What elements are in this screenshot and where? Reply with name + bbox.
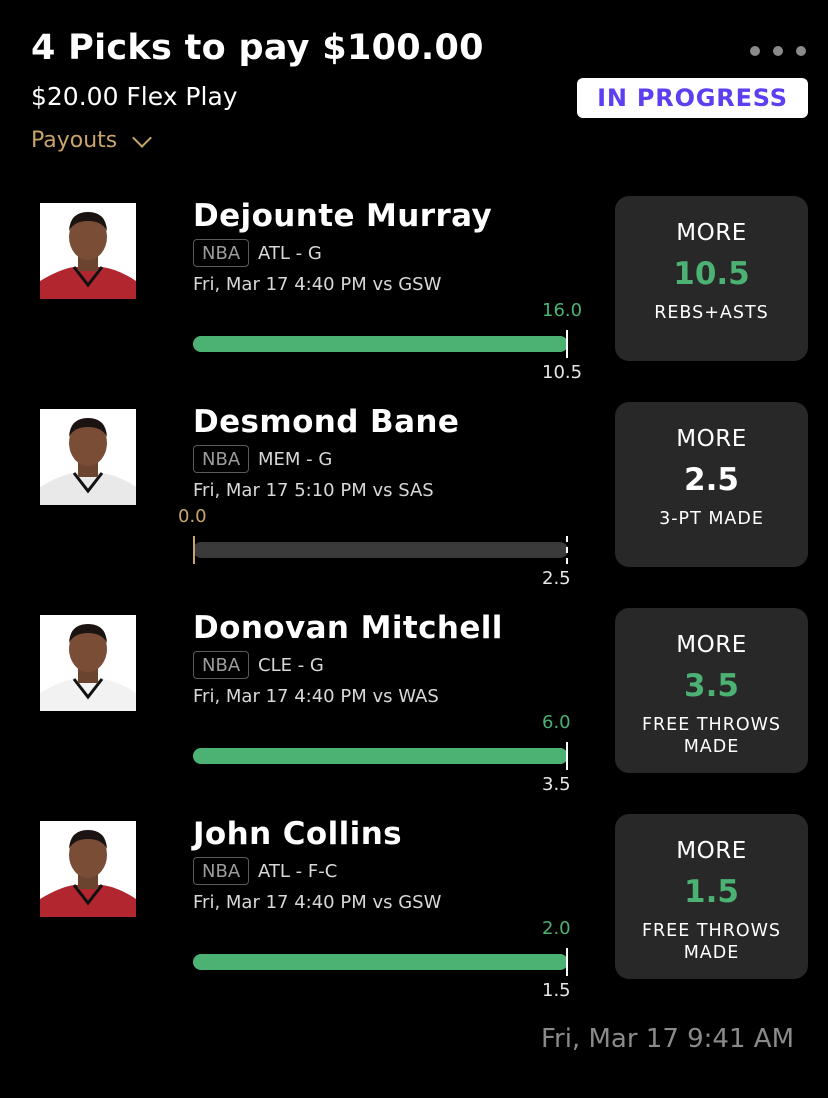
progress-bar [193,336,568,352]
projection-card[interactable]: MORE 1.5 FREE THROWS MADE [615,814,808,979]
payouts-label: Payouts [31,128,118,153]
actual-value: 6.0 [542,712,571,733]
projection-value: 2.5 [684,462,739,498]
progress-bar [193,748,568,764]
line-marker [566,948,568,976]
game-time: Fri, Mar 17 4:40 PM vs GSW [193,274,442,295]
team-position: CLE - G [258,655,324,676]
progress-fill [193,336,568,352]
projection-value: 3.5 [684,668,739,704]
stat-type: FREE THROWS MADE [641,715,782,757]
player-avatar [40,615,136,711]
direction-label: MORE [676,220,747,246]
player-avatar [40,203,136,299]
player-name: Desmond Bane [193,404,460,440]
pick-row[interactable]: John Collins NBA ATL - F-C Fri, Mar 17 4… [0,814,828,1022]
stat-type: REBS+ASTS [654,303,769,323]
timestamp: Fri, Mar 17 9:41 AM [540,1024,794,1054]
line-label: 10.5 [542,362,583,383]
team-position: ATL - G [258,243,322,264]
projection-value: 10.5 [673,256,750,292]
line-marker [566,330,568,358]
actual-value: 2.0 [542,918,571,939]
header-title: 4 Picks to pay $100.00 [31,28,484,68]
league-badge: NBA [193,445,250,473]
player-name: Donovan Mitchell [193,610,503,646]
payouts-dropdown[interactable]: Payouts [31,127,153,153]
game-time: Fri, Mar 17 5:10 PM vs SAS [193,480,434,501]
pick-row[interactable]: Desmond Bane NBA MEM - G Fri, Mar 17 5:1… [0,402,828,610]
stat-type: FREE THROWS MADE [641,921,782,963]
projection-card[interactable]: MORE 2.5 3-PT MADE [615,402,808,567]
league-badge: NBA [193,239,250,267]
pick-row[interactable]: Donovan Mitchell NBA CLE - G Fri, Mar 17… [0,608,828,816]
player-name: Dejounte Murray [193,198,493,234]
more-options-icon[interactable] [750,46,806,56]
progress-fill [193,748,568,764]
line-label: 3.5 [542,774,571,795]
chevron-down-icon [132,127,153,148]
player-avatar [40,821,136,917]
progress-fill [193,954,568,970]
line-label: 1.5 [542,980,571,1001]
direction-label: MORE [676,838,747,864]
game-time: Fri, Mar 17 4:40 PM vs GSW [193,892,442,913]
actual-value: 16.0 [542,300,583,321]
direction-label: MORE [676,632,747,658]
progress-bar [193,542,568,558]
actual-value: 0.0 [178,506,207,527]
game-time: Fri, Mar 17 4:40 PM vs WAS [193,686,439,707]
projection-card[interactable]: MORE 10.5 REBS+ASTS [615,196,808,361]
team-position: MEM - G [258,449,333,470]
player-name: John Collins [193,816,403,852]
direction-label: MORE [676,426,747,452]
line-marker [566,536,568,564]
progress-bar [193,954,568,970]
player-avatar [40,409,136,505]
start-marker [193,536,195,564]
league-badge: NBA [193,651,250,679]
stat-type: 3-PT MADE [659,509,764,529]
team-position: ATL - F-C [258,861,338,882]
status-badge: IN PROGRESS [577,78,808,118]
projection-card[interactable]: MORE 3.5 FREE THROWS MADE [615,608,808,773]
pick-row[interactable]: Dejounte Murray NBA ATL - G Fri, Mar 17 … [0,196,828,404]
header-subtitle: $20.00 Flex Play [31,82,238,111]
projection-value: 1.5 [684,874,739,910]
league-badge: NBA [193,857,250,885]
line-marker [566,742,568,770]
line-label: 2.5 [542,568,571,589]
